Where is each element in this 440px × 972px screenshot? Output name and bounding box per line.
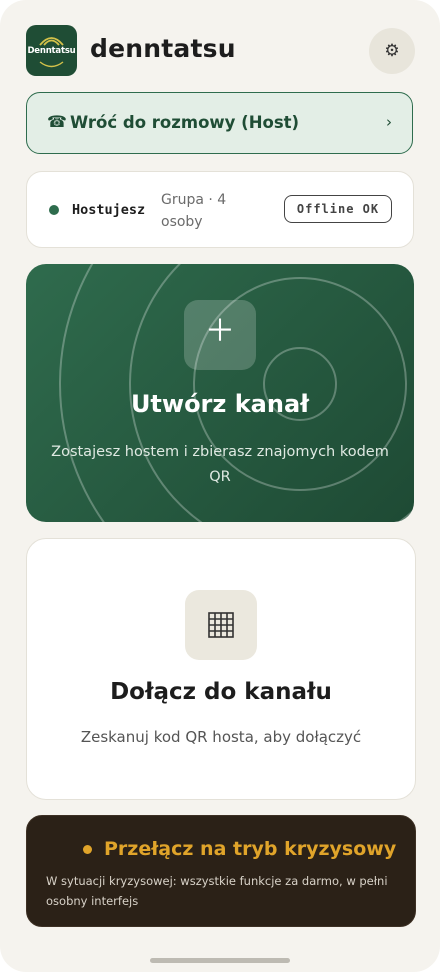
chevron-right-icon: ›	[386, 113, 392, 131]
gear-icon: ⚙	[384, 41, 400, 61]
join-channel-title: Dołącz do kanału	[110, 679, 332, 705]
return-to-call-button[interactable]: ☎ Wróć do rozmowy (Host) ›	[26, 92, 413, 154]
create-channel-title: Utwórz kanał	[130, 390, 310, 418]
crisis-mode-button[interactable]: Przełącz na tryb kryzysowy W sytuacji kr…	[26, 815, 416, 927]
join-channel-icon-box	[185, 590, 257, 660]
app-screen: Denntatsu denntatsu ⚙ ☎ Wróć do rozmowy …	[0, 0, 440, 972]
offline-status-badge: Offline OK	[284, 195, 392, 223]
home-indicator[interactable]	[150, 958, 290, 963]
app-title: denntatsu	[90, 34, 236, 63]
host-status-card: Hostujesz Grupa · 4 osoby Offline OK	[26, 171, 414, 248]
host-role-label: Hostujesz	[72, 202, 146, 218]
status-dot	[49, 205, 59, 215]
create-channel-card[interactable]: ＋ Utwórz kanał Zostajesz hostem i zbiera…	[26, 264, 414, 522]
phone-icon: ☎	[47, 112, 67, 131]
create-channel-icon-box: ＋	[184, 300, 256, 370]
qr-grid-icon	[208, 612, 234, 638]
return-to-call-label: Wróć do rozmowy (Host)	[70, 113, 300, 132]
group-size-label: Grupa · 4 osoby	[161, 192, 227, 230]
app-header: Denntatsu denntatsu ⚙	[26, 25, 415, 77]
join-channel-description: Zeskanuj kod QR hosta, aby dołączyć	[80, 728, 362, 746]
plus-icon: ＋	[205, 314, 235, 349]
app-logo: Denntatsu	[26, 25, 77, 76]
crisis-mode-title: Przełącz na tryb kryzysowy	[104, 838, 397, 860]
settings-button[interactable]: ⚙	[369, 28, 415, 74]
logo-wordmark: Denntatsu	[27, 46, 76, 56]
join-channel-card[interactable]: Dołącz do kanału Zeskanuj kod QR hosta, …	[26, 538, 416, 800]
crisis-dot	[83, 845, 92, 854]
create-channel-description: Zostajesz hostem i zbierasz znajomych ko…	[51, 444, 389, 485]
crisis-mode-description: W sytuacji kryzysowej: wszystkie funkcje…	[46, 874, 388, 908]
